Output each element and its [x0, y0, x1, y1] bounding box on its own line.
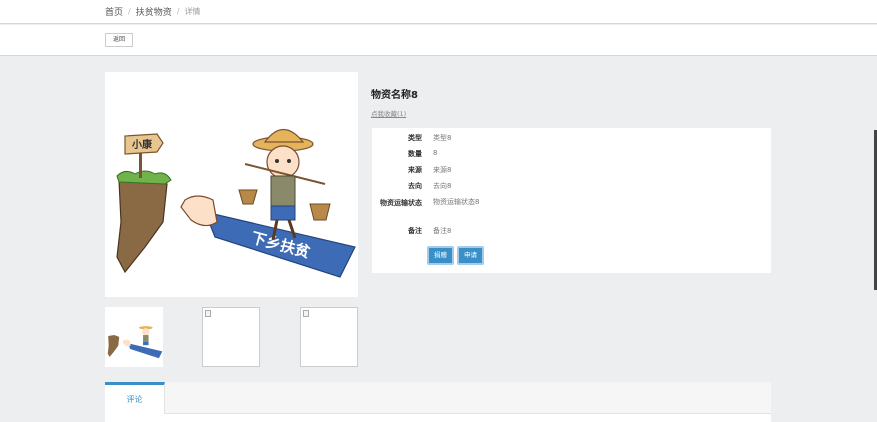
detail-value: 类型8 [433, 134, 452, 142]
thumbnail-1[interactable] [105, 307, 163, 367]
product-title: 物资名称8 [371, 90, 418, 101]
detail-label: 数量 [408, 150, 422, 158]
detail-row-destination: 去向 去向8 [372, 181, 771, 191]
tab-content [105, 414, 771, 422]
breadcrumb-home[interactable]: 首页 [105, 5, 123, 18]
broken-image-icon [205, 310, 211, 317]
poverty-alleviation-cartoon-icon [107, 326, 163, 359]
breadcrumb: 首页 / 扶贫物资 / 详情 [105, 5, 200, 18]
thumbnail-2[interactable] [202, 307, 260, 367]
breadcrumb-separator: / [176, 7, 180, 16]
detail-value: 去向8 [433, 182, 452, 190]
back-button[interactable]: 返回 [105, 33, 134, 47]
tabs-bar: 评论 [105, 382, 771, 414]
tab-comments[interactable]: 评论 [105, 382, 165, 414]
detail-label: 类型 [408, 134, 422, 142]
breadcrumb-current: 详情 [184, 7, 201, 16]
poverty-alleviation-cartoon-icon: 小康 下乡扶贫 [116, 128, 356, 278]
detail-row-type: 类型 类型8 [372, 133, 771, 143]
detail-row-quantity: 数量 8 [372, 149, 771, 159]
donate-button[interactable]: 捐赠 [427, 246, 454, 265]
broken-image-icon [303, 310, 309, 317]
breadcrumb-bar: 首页 / 扶贫物资 / 详情 [0, 0, 877, 24]
apply-button[interactable]: 申请 [457, 246, 484, 265]
breadcrumb-section[interactable]: 扶贫物资 [136, 5, 172, 18]
detail-value: 8 [433, 149, 438, 157]
detail-row-transport-status: 物资运输状态 物资运输状态8 [372, 197, 771, 207]
detail-label: 来源 [408, 166, 422, 174]
detail-value: 来源8 [433, 166, 452, 174]
detail-row-source: 来源 来源8 [372, 165, 771, 175]
thumbnail-3[interactable] [300, 307, 358, 367]
detail-label: 物资运输状态 [380, 199, 422, 207]
detail-row-remark: 备注 备注8 [372, 226, 771, 236]
detail-value: 物资运输状态8 [433, 198, 480, 206]
detail-label: 去向 [408, 182, 422, 190]
details-panel: 类型 类型8 数量 8 来源 来源8 去向 去向8 物资运输状态 物资运输状态8… [372, 128, 771, 273]
toolbar: 返回 [0, 25, 877, 56]
sign-text: 小康 [131, 138, 153, 151]
detail-label: 备注 [408, 227, 422, 235]
detail-value: 备注8 [433, 227, 452, 235]
favorite-link[interactable]: 点我收藏(1) [371, 108, 406, 118]
breadcrumb-separator: / [128, 7, 131, 16]
main-product-image: 小康 下乡扶贫 [105, 72, 358, 297]
